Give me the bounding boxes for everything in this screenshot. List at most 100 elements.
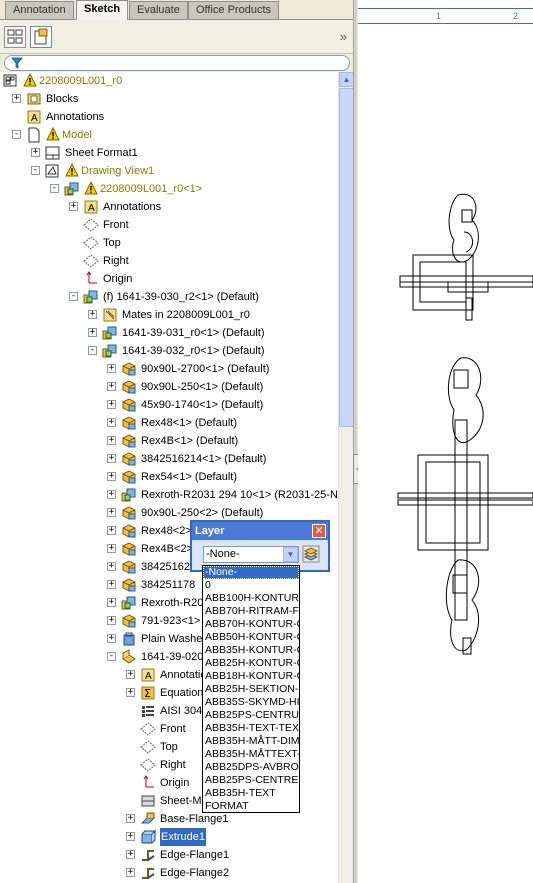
layer-option[interactable]: ABB35H-TEXT — [203, 787, 299, 800]
layer-option[interactable]: FORMAT — [203, 800, 299, 812]
collapse-icon[interactable]: - — [12, 130, 21, 139]
close-button[interactable]: ✕ — [312, 524, 326, 538]
layer-option[interactable]: ABB25H-SEKTION-S — [203, 683, 299, 696]
layer-option[interactable]: ABB70H-RITRAM-FR — [203, 605, 299, 618]
layer-option[interactable]: ABB35H-KONTUR-C — [203, 644, 299, 657]
expand-icon[interactable]: + — [107, 382, 116, 391]
tree-row[interactable]: +3842516214<1> (Default) — [0, 450, 338, 468]
tree-row[interactable]: 2208009L001_r0 — [0, 72, 338, 90]
expand-icon[interactable]: + — [126, 850, 135, 859]
collapse-icon[interactable]: - — [50, 184, 59, 193]
layer-option[interactable]: ABB25PS-CENTRE — [203, 774, 299, 787]
tree-row[interactable]: Top — [0, 234, 338, 252]
expand-icon[interactable]: + — [107, 580, 116, 589]
tab-evaluate[interactable]: Evaluate — [129, 1, 188, 19]
tree-row[interactable]: Front — [0, 216, 338, 234]
pane-splitter[interactable] — [353, 0, 357, 883]
tree-row[interactable]: - 1641-39-032_r0<1> (Default) — [0, 342, 338, 360]
expand-icon[interactable]: + — [88, 310, 97, 319]
tree-row-label: (f) 1641-39-030_r2<1> (Default) — [103, 291, 259, 303]
expand-icon[interactable]: + — [31, 148, 40, 157]
expand-icon[interactable]: + — [107, 454, 116, 463]
property-manager-tab[interactable] — [30, 26, 52, 48]
collapse-icon[interactable]: - — [88, 346, 97, 355]
chevron-right-icon[interactable]: » — [340, 29, 347, 44]
expand-icon[interactable]: + — [107, 418, 116, 427]
tree-row[interactable]: + Edge-Flange1 — [0, 846, 338, 864]
tree-row[interactable]: - (f) 1641-39-030_r2<1> (Default) — [0, 288, 338, 306]
tab-annotation[interactable]: Annotation — [5, 1, 74, 19]
layer-option[interactable]: -None- — [203, 566, 299, 579]
layers-icon — [303, 547, 319, 561]
tree-row[interactable]: +1641-39-031_r0<1> (Default) — [0, 324, 338, 342]
tree-row[interactable]: + Extrude1 — [0, 828, 338, 846]
expand-icon[interactable]: + — [107, 436, 116, 445]
expand-icon[interactable]: + — [107, 490, 116, 499]
drawing-canvas[interactable]: 1 2 — [358, 0, 533, 883]
collapse-icon[interactable]: - — [31, 166, 40, 175]
tree-row[interactable]: +90x90L-250<1> (Default) — [0, 378, 338, 396]
layer-option[interactable]: 0 — [203, 579, 299, 592]
tree-row[interactable]: + Rexroth-R2031 294 10<1> (R2031-25-N — [0, 486, 338, 504]
layer-option[interactable]: ABB18H-KONTUR-C — [203, 670, 299, 683]
expand-icon[interactable]: + — [126, 670, 135, 679]
tree-row[interactable]: - Drawing View1 — [0, 162, 338, 180]
layer-properties-button[interactable] — [302, 545, 320, 563]
expand-icon[interactable]: + — [107, 616, 116, 625]
tree-filter-input[interactable] — [4, 55, 350, 71]
tree-row[interactable]: +90x90L-2700<1> (Default) — [0, 360, 338, 378]
feature-manager-tab[interactable] — [4, 26, 26, 48]
tree-row[interactable]: + Sheet Format1 — [0, 144, 338, 162]
expand-icon[interactable]: + — [107, 562, 116, 571]
tree-row[interactable]: - 2208009L001_r0<1> — [0, 180, 338, 198]
tree-row[interactable]: +45x90-1740<1> (Default) — [0, 396, 338, 414]
layer-option[interactable]: ABB100H-KONTUR- — [203, 592, 299, 605]
collapse-icon[interactable]: - — [107, 652, 116, 661]
scroll-thumb[interactable] — [339, 88, 354, 427]
tree-row[interactable]: + Rex54<1> (Default) — [0, 468, 338, 486]
layer-dropdown-list[interactable]: -None- 0 ABB100H-KONTUR- ABB70H-RITRAM-FR AB… — [202, 565, 300, 813]
tree-row[interactable]: + Edge-Flange2 — [0, 864, 338, 882]
expand-icon[interactable]: + — [107, 544, 116, 553]
expand-icon[interactable]: + — [126, 814, 135, 823]
layer-option[interactable]: ABB35H-TEXT-TEXT — [203, 722, 299, 735]
expand-icon[interactable]: + — [107, 526, 116, 535]
layer-option[interactable]: ABB25H-KONTUR-C — [203, 657, 299, 670]
expand-icon[interactable]: + — [107, 508, 116, 517]
tree-row[interactable]: + A Annotations — [0, 198, 338, 216]
expand-icon[interactable]: + — [126, 832, 135, 841]
tree-row[interactable]: + Mates in 2208009L001_r0 — [0, 306, 338, 324]
expand-icon[interactable]: + — [107, 364, 116, 373]
layer-option[interactable]: ABB50H-KONTUR-C — [203, 631, 299, 644]
chevron-down-icon[interactable]: ▼ — [283, 547, 298, 562]
tree-row[interactable]: + Rex48<1> (Default) — [0, 414, 338, 432]
tab-sketch[interactable]: Sketch — [76, 0, 129, 20]
expand-icon[interactable]: + — [126, 868, 135, 877]
layer-option[interactable]: ABB70H-KONTUR-C — [203, 618, 299, 631]
layer-select[interactable]: -None- ▼ — [203, 546, 299, 563]
layer-option[interactable]: ABB35H-MÅTT-DIME — [203, 735, 299, 748]
expand-icon[interactable]: + — [88, 328, 97, 337]
expand-icon[interactable]: + — [12, 94, 21, 103]
layer-option[interactable]: ABB35H-MÅTTEXT-D — [203, 748, 299, 761]
tree-row[interactable]: Origin — [0, 270, 338, 288]
expand-icon[interactable]: + — [126, 688, 135, 697]
layer-option[interactable]: ABB25PS-CENTRUM — [203, 709, 299, 722]
collapse-icon[interactable]: - — [69, 292, 78, 301]
tree-row[interactable]: A Annotations — [0, 108, 338, 126]
layer-option[interactable]: ABB25DPS-AVBROT — [203, 761, 299, 774]
expand-icon[interactable]: + — [107, 598, 116, 607]
expand-icon[interactable]: + — [107, 472, 116, 481]
layer-option[interactable]: ABB35S-SKYMD-HID — [203, 696, 299, 709]
tab-office-products[interactable]: Office Products — [188, 1, 279, 19]
tree-row[interactable]: - Model — [0, 126, 338, 144]
tree-row[interactable]: Right — [0, 252, 338, 270]
scroll-up-button[interactable]: ▲ — [339, 72, 354, 87]
tree-vertical-scrollbar[interactable]: ▲ — [338, 72, 354, 883]
expand-icon[interactable]: + — [69, 202, 78, 211]
tree-row-label: Rex48<1> (Default) — [141, 417, 237, 429]
tree-row[interactable]: + Blocks — [0, 90, 338, 108]
expand-icon[interactable]: + — [107, 634, 116, 643]
tree-row[interactable]: + Rex4B<1> (Default) — [0, 432, 338, 450]
expand-icon[interactable]: + — [107, 400, 116, 409]
